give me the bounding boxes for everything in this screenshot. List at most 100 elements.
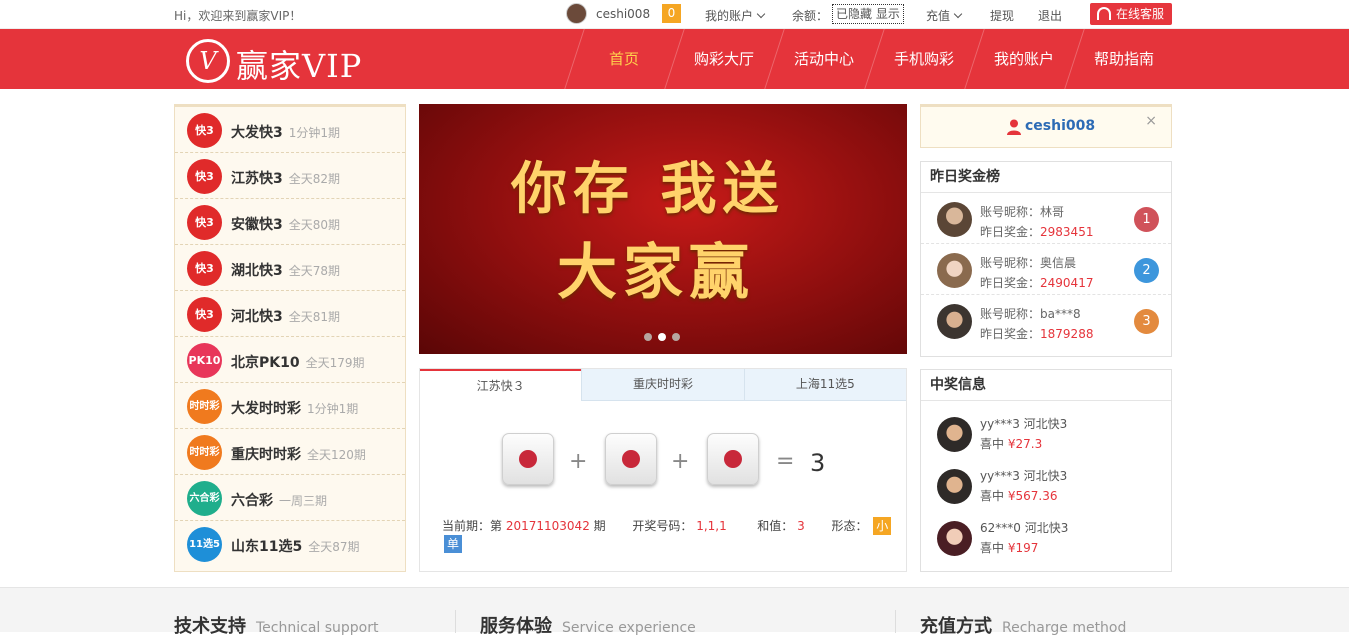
- leaderboard-title: 昨日奖金榜: [921, 162, 1171, 193]
- game-schedule: 全天179期: [305, 356, 365, 370]
- user-icon: [1007, 119, 1021, 135]
- game-name: 重庆时时彩 全天120期: [231, 444, 366, 464]
- footer-heading-en: Recharge method: [1002, 620, 1127, 636]
- game-name-text: 大发快3: [231, 125, 283, 141]
- win-amount-value: ¥197: [1007, 541, 1039, 555]
- game-schedule: 全天81期: [288, 310, 341, 324]
- game-item[interactable]: 六合彩 六合彩 一周三期: [175, 475, 405, 521]
- footer-heading: 技术支持: [174, 616, 246, 637]
- greeting-text: Hi，欢迎来到赢家VIP！: [174, 9, 302, 23]
- prize-label: 昨日奖金：: [980, 276, 1041, 290]
- nav-item-mobile[interactable]: 手机购彩: [874, 29, 974, 89]
- user-avatar[interactable]: [566, 3, 587, 24]
- game-name: 六合彩 一周三期: [231, 490, 327, 510]
- carousel-dot[interactable]: [644, 333, 652, 341]
- prize-value: 2983451: [1040, 225, 1094, 239]
- win-label: 喜中: [980, 437, 1005, 451]
- tab-shanghai-11x5[interactable]: 上海11选5: [743, 369, 906, 401]
- logo-icon[interactable]: V: [186, 39, 230, 83]
- game-name: 大发时时彩 1分钟1期: [231, 398, 358, 418]
- footer-technical-support: 技术支持 Technical support: [174, 612, 379, 638]
- promo-banner[interactable]: 你存 我送 大家赢: [419, 104, 907, 354]
- withdraw-link[interactable]: 提现: [990, 7, 1014, 24]
- recharge-menu[interactable]: 充值: [926, 7, 963, 24]
- leaderboard-row: 账号昵称：奥信晨 昨日奖金：2490417 2: [921, 244, 1171, 295]
- top-bar: Hi，欢迎来到赢家VIP！ ceshi008 0 我的账户 余额： 已隐藏 显示…: [0, 0, 1349, 29]
- nickname: 账号昵称：林哥: [980, 203, 1064, 220]
- prize-value: 2490417: [1040, 276, 1094, 290]
- nickname: 账号昵称：奥信晨: [980, 254, 1076, 271]
- balance-toggle[interactable]: 已隐藏 显示: [832, 4, 904, 24]
- rank-badge: 2: [1134, 258, 1159, 283]
- logo-text[interactable]: 赢家VIP: [236, 41, 362, 87]
- game-item[interactable]: 11选5 山东11选5 全天87期: [175, 521, 405, 567]
- game-schedule: 1分钟1期: [288, 126, 341, 140]
- dice-icon: [707, 433, 759, 485]
- dice-icon: [605, 433, 657, 485]
- game-schedule: 一周三期: [279, 494, 328, 508]
- nav-item-help[interactable]: 帮助指南: [1074, 29, 1174, 89]
- avatar: [937, 521, 972, 556]
- game-item[interactable]: 快3 河北快3 全天81期: [175, 291, 405, 337]
- tab-chongqing-ssc[interactable]: 重庆时时彩: [581, 369, 744, 401]
- period-suffix: 期: [593, 519, 606, 533]
- game-item[interactable]: 时时彩 大发时时彩 1分钟1期: [175, 383, 405, 429]
- shape-label: 形态：: [831, 519, 868, 533]
- game-name-text: 山东11选5: [231, 539, 303, 555]
- equals-sign: =: [776, 449, 795, 474]
- win-amount-value: ¥567.36: [1007, 489, 1058, 503]
- tab-jiangsu-k3[interactable]: 江苏快３: [420, 369, 582, 401]
- winner-game: yy***3 河北快3: [980, 417, 1068, 431]
- dice-pip: [519, 450, 537, 468]
- win-amount: 喜中 ¥197: [980, 539, 1038, 556]
- game-name-text: 重庆时时彩: [231, 447, 301, 463]
- game-name-text: 大发时时彩: [231, 401, 301, 417]
- nav-item-lottery-hall[interactable]: 购彩大厅: [674, 29, 774, 89]
- logout-link[interactable]: 退出: [1038, 7, 1062, 24]
- carousel-dots: [644, 330, 686, 344]
- carousel-dot-active[interactable]: [658, 333, 666, 341]
- avatar: [937, 469, 972, 504]
- game-item[interactable]: 快3 安徽快3 全天80期: [175, 199, 405, 245]
- leaderboard-panel: 昨日奖金榜 账号昵称：林哥 昨日奖金：2983451 1 账号昵称：奥信晨 昨日…: [920, 161, 1172, 357]
- nav-item-account[interactable]: 我的账户: [974, 29, 1074, 89]
- k3-icon: 快3: [187, 297, 222, 332]
- game-item[interactable]: 快3 湖北快3 全天78期: [175, 245, 405, 291]
- footer-divider: [455, 610, 456, 633]
- draw-numbers: 1,1,1: [696, 519, 727, 533]
- dice-sum: 3: [810, 449, 826, 477]
- period-number: 20171103042: [505, 519, 590, 533]
- nickname-value: ba***8: [1040, 307, 1081, 321]
- game-name: 河北快3 全天81期: [231, 306, 340, 326]
- message-count-badge[interactable]: 0: [662, 4, 681, 23]
- online-service-button[interactable]: 在线客服: [1090, 3, 1172, 25]
- game-item[interactable]: PK10 北京PK10 全天179期: [175, 337, 405, 383]
- game-item[interactable]: 快3 江苏快3 全天82期: [175, 153, 405, 199]
- nav-item-activity[interactable]: 活动中心: [774, 29, 874, 89]
- user-name[interactable]: ceshi008: [1025, 118, 1095, 134]
- carousel-dot[interactable]: [672, 333, 680, 341]
- nickname-label: 账号昵称：: [980, 205, 1041, 219]
- footer-divider: [895, 610, 896, 633]
- plus-sign: +: [569, 449, 588, 474]
- 11x5-icon: 11选5: [187, 527, 222, 562]
- game-schedule: 全天80期: [288, 218, 341, 232]
- nav-item-home[interactable]: 首页: [574, 29, 674, 89]
- topbar-username[interactable]: ceshi008: [596, 7, 650, 21]
- nickname-value: 林哥: [1040, 205, 1065, 219]
- prize: 昨日奖金：1879288: [980, 325, 1093, 342]
- win-amount: 喜中 ¥567.36: [980, 487, 1057, 504]
- chevron-down-icon: [953, 9, 963, 19]
- rank-badge: 3: [1134, 309, 1159, 334]
- nickname-value: 奥信晨: [1040, 256, 1077, 270]
- my-account-menu[interactable]: 我的账户: [705, 7, 766, 24]
- footer-recharge-method: 充值方式 Recharge method: [920, 612, 1126, 638]
- avatar: [937, 253, 972, 288]
- game-item[interactable]: 快3 大发快3 1分钟1期: [175, 107, 405, 153]
- avatar: [937, 417, 972, 452]
- footer: 技术支持 Technical support 服务体验 Service experi…: [0, 587, 1349, 637]
- headset-icon: [1097, 7, 1111, 20]
- game-item[interactable]: 时时彩 重庆时时彩 全天120期: [175, 429, 405, 475]
- win-row: yy***3 河北快3 喜中 ¥27.3: [921, 401, 1171, 453]
- close-icon[interactable]: ×: [1145, 113, 1157, 129]
